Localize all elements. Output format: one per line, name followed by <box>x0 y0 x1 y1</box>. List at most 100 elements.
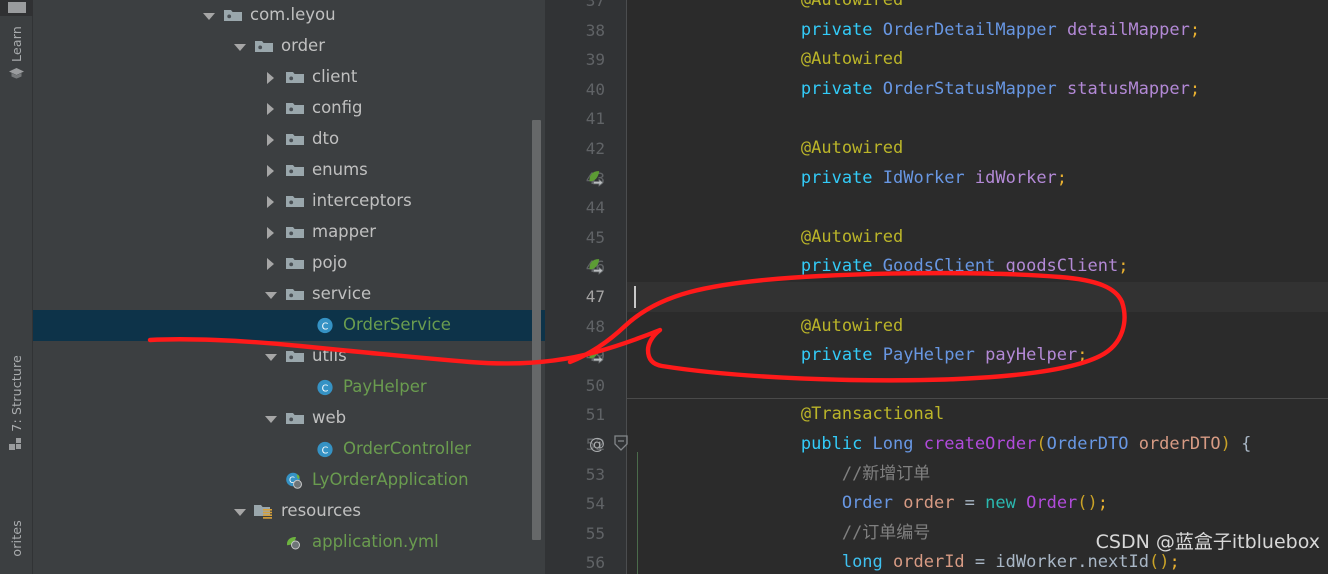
tree-item-payhelper[interactable]: C PayHelper <box>33 372 545 403</box>
code-token: ; <box>1189 78 1201 99</box>
code-line[interactable]: private GoodsClient goodsClient; <box>719 252 1129 282</box>
tree-item-order[interactable]: order <box>33 31 545 62</box>
ide-window: Learn 7: Structure orites com.leyou orde… <box>0 0 1328 574</box>
code-token: IdWorker <box>882 167 975 188</box>
chevron-right-icon[interactable] <box>263 163 279 179</box>
code-token: order <box>903 493 965 514</box>
spring-bean-icon[interactable] <box>587 169 605 187</box>
tree-item-config[interactable]: config <box>33 93 545 124</box>
code-line[interactable]: @Autowired <box>719 223 903 253</box>
svg-text:C: C <box>322 321 329 332</box>
line-number: 40 <box>585 79 605 99</box>
editor-code-area[interactable]: 37 @Autowired 38 private OrderDetailMappe… <box>586 0 1328 574</box>
code-line[interactable]: //新增订单 <box>719 460 930 490</box>
package-folder-icon <box>223 7 243 25</box>
tree-item-application-yml[interactable]: application.yml <box>33 527 545 558</box>
line-number: 37 <box>585 0 605 10</box>
chevron-right-icon[interactable] <box>263 101 279 117</box>
code-token: Order <box>1026 493 1078 514</box>
chevron-down-icon[interactable] <box>263 411 279 427</box>
tree-no-twisty <box>294 380 310 396</box>
tree-item-enums[interactable]: enums <box>33 155 545 186</box>
tool-tab-favorites[interactable]: orites <box>0 520 33 557</box>
code-token: OrderDTO <box>1046 434 1139 454</box>
code-token: nextId <box>1087 552 1149 573</box>
project-tree-scrollbar[interactable] <box>532 120 541 540</box>
tree-item-interceptors[interactable]: interceptors <box>33 186 545 217</box>
code-token: orderId <box>893 552 975 573</box>
tree-item-label: interceptors <box>312 191 412 211</box>
tree-item-service[interactable]: service <box>33 279 545 310</box>
line-number: 38 <box>585 20 605 40</box>
chevron-down-icon[interactable] <box>232 504 248 520</box>
method-separator <box>627 398 1328 400</box>
chevron-right-icon[interactable] <box>263 70 279 86</box>
code-line[interactable]: private PayHelper payHelper; <box>719 341 1088 371</box>
code-token: idWorker <box>974 167 1057 188</box>
code-token: GoodsClient <box>882 256 1006 277</box>
chevron-down-icon[interactable] <box>232 39 248 55</box>
package-folder-icon <box>285 162 305 180</box>
tree-item-orderservice[interactable]: C OrderService <box>33 310 545 341</box>
chevron-right-icon[interactable] <box>263 225 279 241</box>
code-token: statusMapper <box>1067 78 1190 99</box>
annotation-at-icon[interactable]: @ <box>587 434 605 453</box>
tool-tab-structure[interactable]: 7: Structure <box>0 355 33 455</box>
tree-item-ordercontroller[interactable]: C OrderController <box>33 434 545 465</box>
code-token: = <box>974 552 996 573</box>
tree-item-resources[interactable]: resources <box>33 496 545 527</box>
code-line[interactable]: @Autowired <box>719 45 903 75</box>
resources-folder-icon <box>254 503 274 521</box>
tree-item-com-leyou[interactable]: com.leyou <box>33 0 545 31</box>
package-folder-icon <box>254 38 274 56</box>
package-folder-icon <box>285 69 305 87</box>
code-line[interactable]: @Autowired <box>719 0 903 16</box>
tree-item-lyorderapplication[interactable]: C LyOrderApplication <box>33 465 545 496</box>
code-line[interactable]: Order order = new Order(); <box>719 489 1108 519</box>
tree-item-label: config <box>312 98 363 118</box>
code-line[interactable]: //订单编号 <box>719 519 930 549</box>
code-line[interactable]: @Autowired <box>719 312 903 342</box>
code-token: ) <box>1220 434 1231 454</box>
chevron-down-icon[interactable] <box>201 8 217 24</box>
chevron-down-icon[interactable] <box>263 287 279 303</box>
tree-item-pojo[interactable]: pojo <box>33 248 545 279</box>
code-line[interactable]: @Autowired <box>719 134 903 164</box>
package-folder-icon <box>285 131 305 149</box>
tree-item-mapper[interactable]: mapper <box>33 217 545 248</box>
code-token: public <box>800 434 873 454</box>
code-token: //新增订单 <box>841 463 931 484</box>
code-line[interactable]: public Long createOrder(OrderDTO orderDT… <box>719 430 1251 460</box>
code-line[interactable]: @Transactional <box>719 400 944 430</box>
code-token: //订单编号 <box>841 522 931 543</box>
chevron-right-icon[interactable] <box>263 256 279 272</box>
chevron-down-icon[interactable] <box>263 349 279 365</box>
tool-strip-top-nub <box>0 0 33 16</box>
tree-no-twisty <box>263 535 279 551</box>
code-line[interactable]: private OrderDetailMapper detailMapper; <box>719 16 1200 46</box>
code-line[interactable]: private IdWorker idWorker; <box>719 164 1067 194</box>
tree-item-label: dto <box>312 129 340 149</box>
tool-tab-structure-label: 7: Structure <box>9 355 24 432</box>
line-number: 48 <box>585 316 605 336</box>
tree-item-label: enums <box>312 160 368 180</box>
spring-bean-icon[interactable] <box>587 346 605 364</box>
tree-item-web[interactable]: web <box>33 403 545 434</box>
code-token: @Autowired <box>800 0 904 10</box>
spring-bean-icon[interactable] <box>587 257 605 276</box>
chevron-right-icon[interactable] <box>263 194 279 210</box>
chevron-right-icon[interactable] <box>263 132 279 148</box>
tree-item-utils[interactable]: utils <box>33 341 545 372</box>
tree-item-dto[interactable]: dto <box>33 124 545 155</box>
line-number: 50 <box>585 375 605 395</box>
tool-tab-learn[interactable]: Learn <box>0 26 33 85</box>
tree-item-client[interactable]: client <box>33 62 545 93</box>
code-line[interactable]: private OrderStatusMapper statusMapper; <box>719 75 1200 105</box>
code-editor[interactable]: 37 @Autowired 38 private OrderDetailMappe… <box>545 0 1328 574</box>
code-fold-toggle[interactable] <box>613 435 633 465</box>
